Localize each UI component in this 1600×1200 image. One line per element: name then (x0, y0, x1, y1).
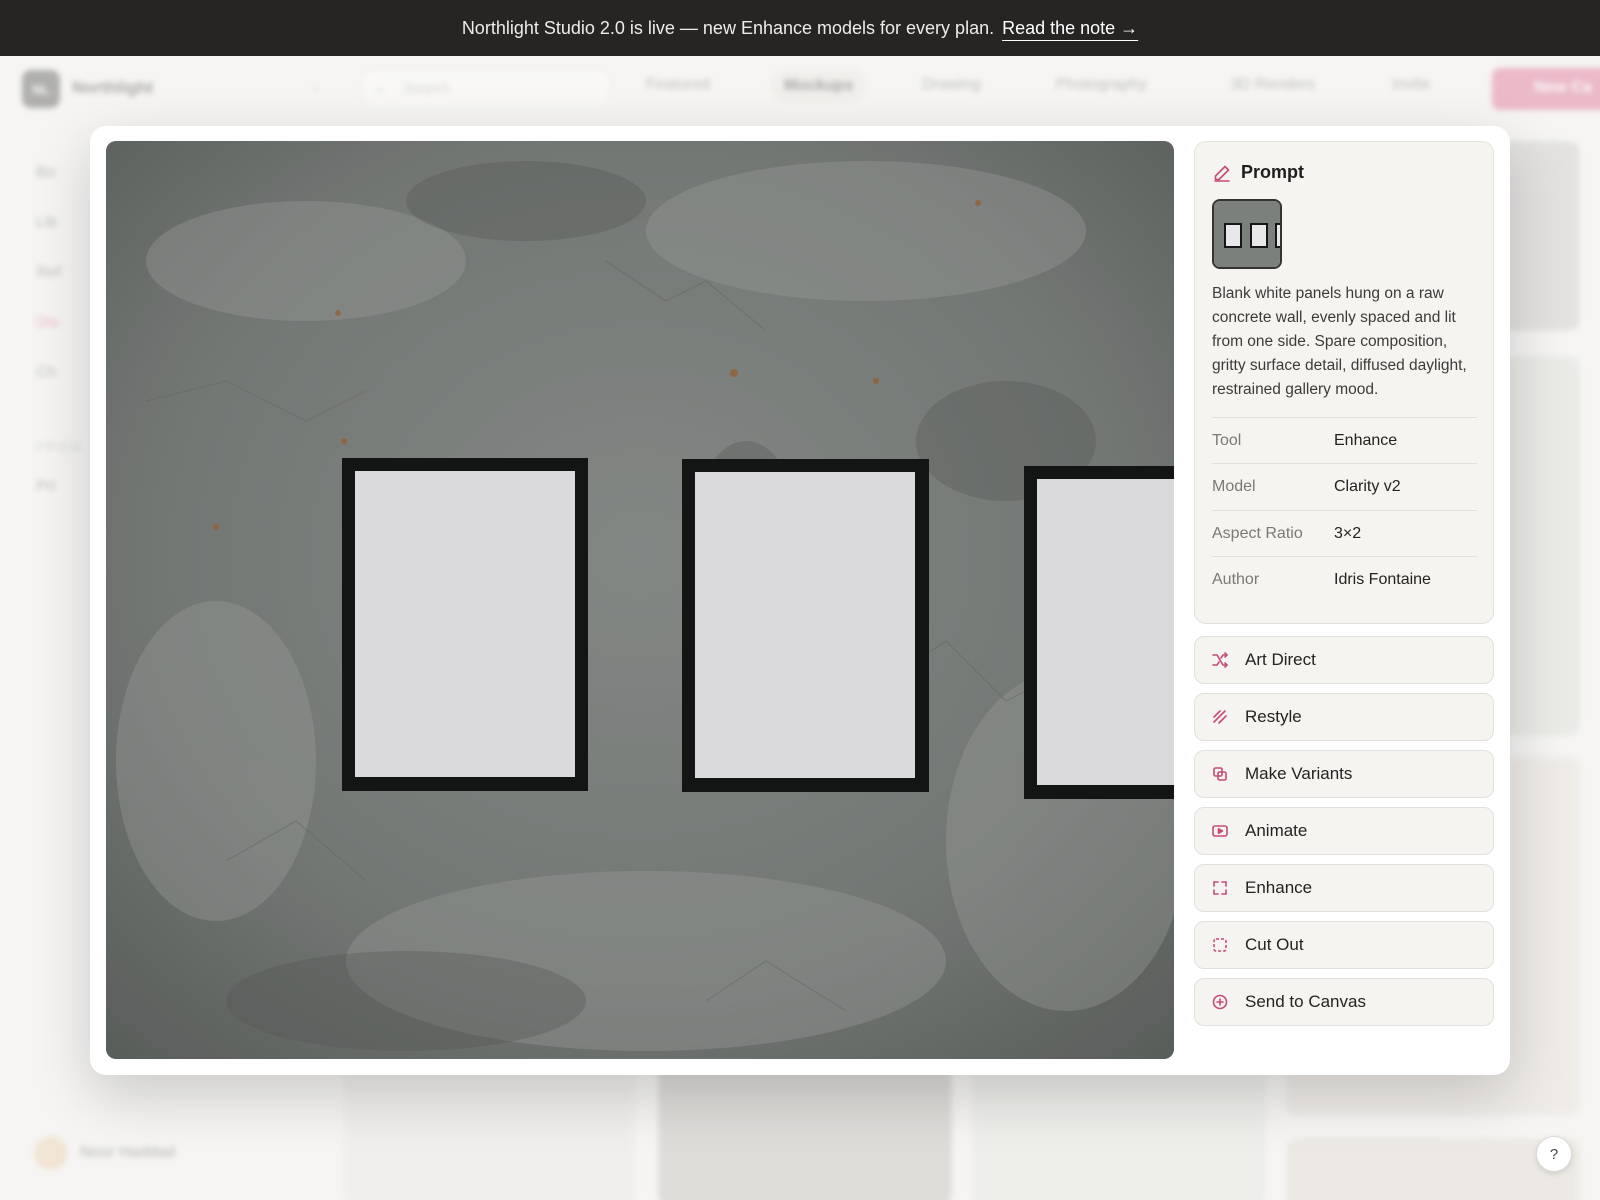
action-label: Animate (1245, 821, 1308, 840)
play-icon (1212, 825, 1228, 837)
make-variants-button[interactable]: Make Variants (1194, 750, 1494, 798)
announcement-bar: Northlight Studio 2.0 is live — new Enha… (0, 0, 1600, 56)
meta-value: Clarity v2 (1334, 477, 1401, 495)
announcement-text: Northlight Studio 2.0 is live — new Enha… (461, 17, 995, 38)
prompt-card: Prompt Blank white panels hung on a raw … (1194, 141, 1494, 624)
prompt-header: Prompt (1213, 162, 1304, 183)
meta-row-model: Model Clarity v2 (1212, 463, 1477, 509)
meta-key: Author (1212, 570, 1260, 588)
dashed-square-icon (1213, 938, 1227, 952)
meta-key: Model (1212, 477, 1256, 495)
action-label: Restyle (1245, 707, 1302, 726)
meta-key: Aspect Ratio (1212, 524, 1303, 542)
cut-out-button[interactable]: Cut Out (1194, 921, 1494, 969)
restyle-button[interactable]: Restyle (1194, 693, 1494, 741)
action-label: Send to Canvas (1245, 992, 1366, 1011)
enhance-button[interactable]: Enhance (1194, 864, 1494, 912)
meta-row-tool: Tool Enhance (1212, 417, 1477, 463)
expand-corners-icon (1213, 881, 1227, 895)
action-label: Enhance (1245, 878, 1313, 897)
reference-thumbnail[interactable] (1212, 199, 1282, 269)
prompt-text: Blank white panels hung on a raw concret… (1212, 285, 1467, 398)
send-to-canvas-button[interactable]: Send to Canvas (1194, 978, 1494, 1026)
meta-value: Idris Fontaine (1334, 570, 1431, 588)
image-detail-modal: Prompt Blank white panels hung on a raw … (90, 126, 1510, 1075)
shuffle-icon (1212, 652, 1228, 668)
action-label: Cut Out (1245, 935, 1304, 954)
prompt-heading: Prompt (1241, 162, 1304, 182)
art-direct-button[interactable]: Art Direct (1194, 636, 1494, 684)
copy-icon (1213, 767, 1227, 781)
plus-circle-icon (1212, 994, 1228, 1010)
preview-image (106, 141, 1174, 1059)
action-label: Art Direct (1245, 650, 1316, 669)
action-label: Make Variants (1245, 764, 1353, 783)
read-the-note-link[interactable]: Read the note → (1002, 18, 1138, 39)
meta-row-aspect-ratio: Aspect Ratio 3×2 (1212, 510, 1477, 556)
help-button[interactable]: ? (1536, 1136, 1572, 1172)
meta-value: Enhance (1334, 431, 1398, 449)
pencil-icon (1214, 165, 1230, 182)
meta-key: Tool (1212, 431, 1242, 449)
brush-stroke-icon (1213, 710, 1227, 724)
animate-button[interactable]: Animate (1194, 807, 1494, 855)
meta-row-author: Author Idris Fontaine (1212, 556, 1477, 602)
meta-value: 3×2 (1334, 524, 1362, 542)
